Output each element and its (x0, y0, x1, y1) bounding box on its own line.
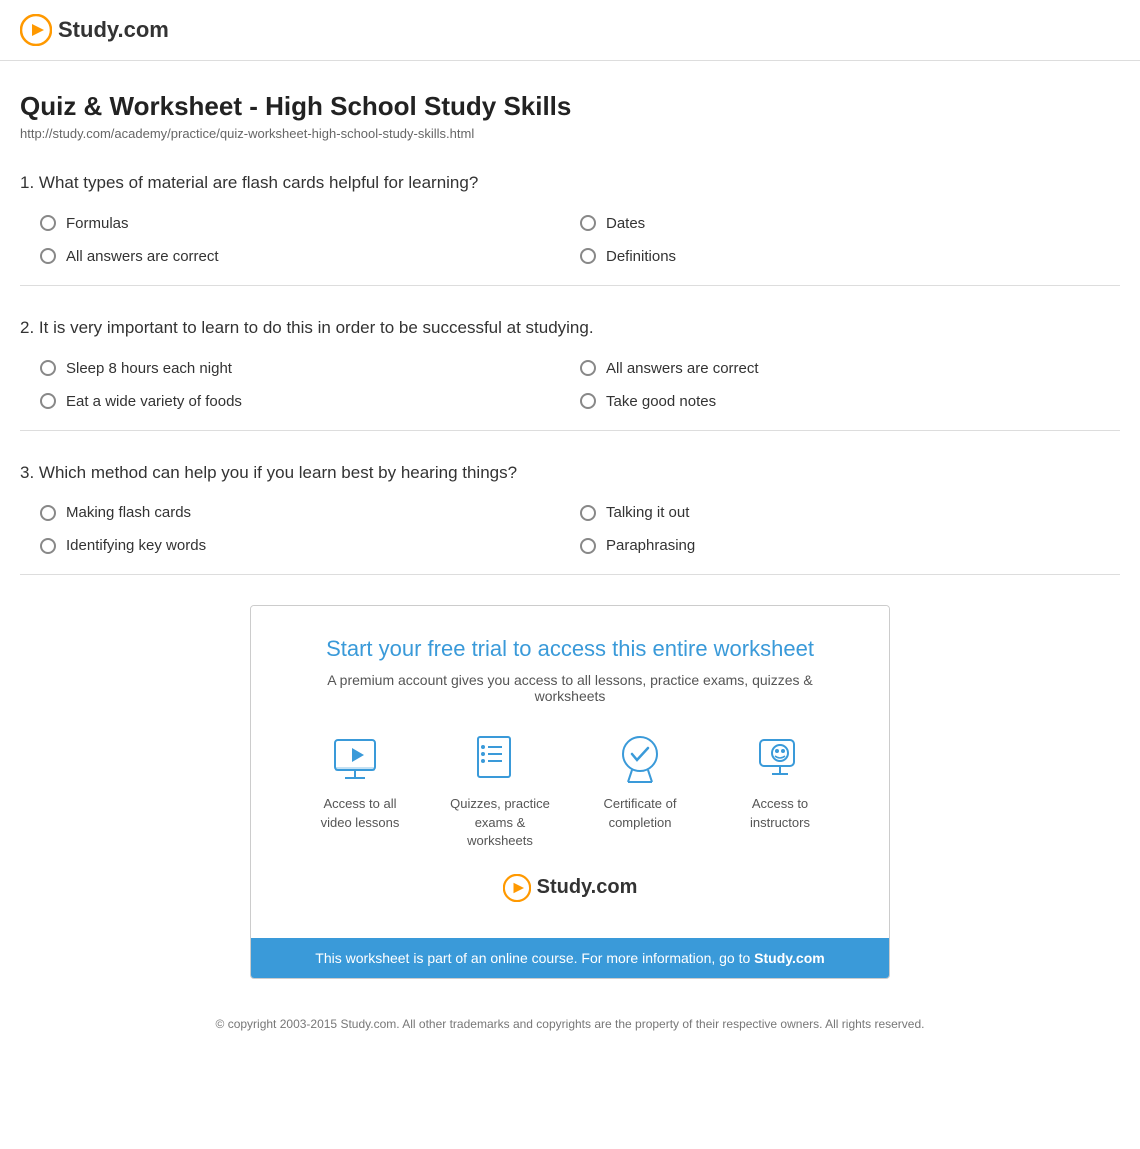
option-2-3[interactable]: Eat a wide variety of foods (40, 393, 580, 410)
question-1: 1. What types of material are flash card… (20, 171, 1120, 286)
question-2-text: 2. It is very important to learn to do t… (20, 316, 1120, 340)
option-label-2-1: Sleep 8 hours each night (66, 360, 232, 377)
option-label-3-4: Paraphrasing (606, 537, 695, 554)
promo-box: Start your free trial to access this ent… (250, 605, 890, 979)
radio-1-1[interactable] (40, 215, 56, 231)
option-label-2-2: All answers are correct (606, 360, 759, 377)
option-3-4[interactable]: Paraphrasing (580, 537, 1120, 554)
option-label-1-4: Definitions (606, 248, 676, 265)
option-label-3-1: Making flash cards (66, 504, 191, 521)
question-1-text: 1. What types of material are flash card… (20, 171, 1120, 195)
feature-video: Access to all video lessons (310, 732, 410, 850)
feature-instructor: Access to instructors (730, 732, 830, 850)
question-2-options: Sleep 8 hours each night All answers are … (20, 360, 1120, 410)
option-1-1[interactable]: Formulas (40, 215, 580, 232)
question-3: 3. Which method can help you if you lear… (20, 461, 1120, 576)
promo-container: Start your free trial to access this ent… (20, 605, 1120, 979)
feature-instructor-label: Access to instructors (730, 795, 830, 831)
radio-3-4[interactable] (580, 538, 596, 554)
radio-1-2[interactable] (580, 215, 596, 231)
option-1-4[interactable]: Definitions (580, 248, 1120, 265)
radio-2-2[interactable] (580, 360, 596, 376)
option-3-2[interactable]: Talking it out (580, 504, 1120, 521)
certificate-icon (610, 732, 670, 787)
copyright: © copyright 2003-2015 Study.com. All oth… (20, 999, 1120, 1050)
radio-1-3[interactable] (40, 248, 56, 264)
radio-3-2[interactable] (580, 505, 596, 521)
promo-inner: Start your free trial to access this ent… (251, 606, 889, 938)
option-label-2-3: Eat a wide variety of foods (66, 393, 242, 410)
promo-logo-icon (503, 874, 531, 902)
question-3-options: Making flash cards Talking it out Identify… (20, 504, 1120, 554)
logo-text: Study.com (58, 17, 169, 43)
radio-2-4[interactable] (580, 393, 596, 409)
feature-quiz: Quizzes, practice exams & worksheets (450, 732, 550, 850)
option-2-4[interactable]: Take good notes (580, 393, 1120, 410)
logo: Study.com (20, 14, 1120, 46)
promo-footer-text: This worksheet is part of an online cour… (315, 950, 754, 966)
video-icon (330, 732, 390, 787)
page-url: http://study.com/academy/practice/quiz-w… (20, 126, 1120, 141)
feature-certificate: Certificate of completion (590, 732, 690, 850)
feature-video-label: Access to all video lessons (310, 795, 410, 831)
option-3-1[interactable]: Making flash cards (40, 504, 580, 521)
question-3-text: 3. Which method can help you if you lear… (20, 461, 1120, 485)
option-label-1-1: Formulas (66, 215, 129, 232)
option-1-2[interactable]: Dates (580, 215, 1120, 232)
promo-logo: Study.com (291, 874, 849, 918)
radio-3-3[interactable] (40, 538, 56, 554)
feature-quiz-label: Quizzes, practice exams & worksheets (450, 795, 550, 850)
option-label-3-2: Talking it out (606, 504, 689, 521)
quiz-icon (470, 732, 530, 787)
main-content: Quiz & Worksheet - High School Study Ski… (0, 61, 1140, 1070)
option-1-3[interactable]: All answers are correct (40, 248, 580, 265)
option-2-2[interactable]: All answers are correct (580, 360, 1120, 377)
promo-subtitle: A premium account gives you access to al… (291, 672, 849, 704)
questions-container: 1. What types of material are flash card… (20, 171, 1120, 575)
question-1-options: Formulas Dates All answers are correct Defi… (20, 215, 1120, 265)
logo-icon (20, 14, 52, 46)
promo-logo-text: Study.com (537, 876, 638, 899)
option-label-1-2: Dates (606, 215, 645, 232)
radio-2-1[interactable] (40, 360, 56, 376)
promo-title: Start your free trial to access this ent… (291, 636, 849, 662)
feature-certificate-label: Certificate of completion (590, 795, 690, 831)
radio-3-1[interactable] (40, 505, 56, 521)
option-2-1[interactable]: Sleep 8 hours each night (40, 360, 580, 377)
option-label-1-3: All answers are correct (66, 248, 219, 265)
header: Study.com (0, 0, 1140, 61)
radio-2-3[interactable] (40, 393, 56, 409)
page-title: Quiz & Worksheet - High School Study Ski… (20, 91, 1120, 122)
option-label-3-3: Identifying key words (66, 537, 206, 554)
instructor-icon (750, 732, 810, 787)
option-label-2-4: Take good notes (606, 393, 716, 410)
question-2: 2. It is very important to learn to do t… (20, 316, 1120, 431)
promo-features: Access to all video lessons Quizze (291, 732, 849, 850)
option-3-3[interactable]: Identifying key words (40, 537, 580, 554)
promo-footer-link: Study.com (754, 950, 825, 966)
radio-1-4[interactable] (580, 248, 596, 264)
promo-footer: This worksheet is part of an online cour… (251, 938, 889, 978)
